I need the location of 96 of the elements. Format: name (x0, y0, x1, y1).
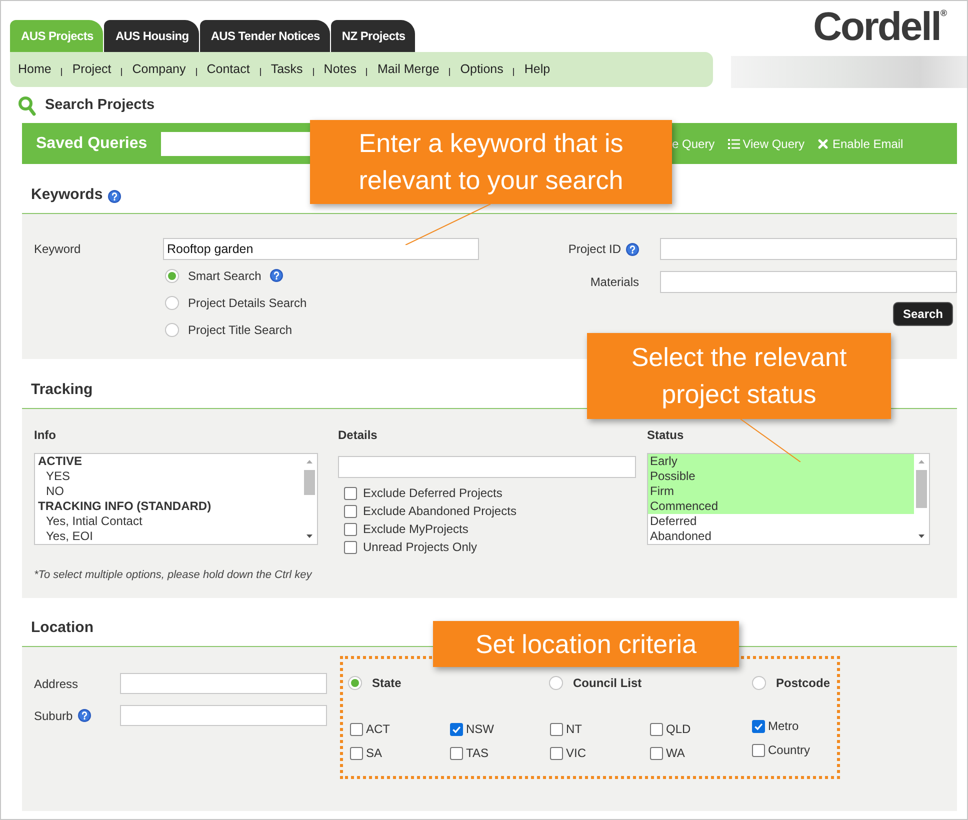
help-icon[interactable] (78, 709, 91, 722)
checkbox-label: SA (366, 745, 382, 762)
keyword-input[interactable]: Rooftop garden (163, 238, 479, 260)
saved-query-field[interactable] (161, 132, 310, 156)
radio-label: Smart Search (188, 268, 262, 284)
checkbox[interactable] (450, 746, 463, 760)
radio-button[interactable] (549, 676, 563, 690)
callout: Set location criteria (433, 621, 739, 667)
nav-link[interactable]: Company (132, 60, 186, 79)
field-label: Keyword (34, 241, 81, 258)
close-icon (818, 138, 828, 148)
tab[interactable]: AUS Housing (104, 20, 199, 52)
checkbox[interactable] (450, 722, 463, 736)
radio-button[interactable] (165, 322, 179, 336)
checkbox-label: TAS (466, 745, 488, 762)
callout: Enter a keyword that is relevant to your search (310, 120, 672, 204)
nav-link[interactable]: Help (524, 60, 550, 79)
nav-link[interactable]: Tasks (270, 60, 303, 79)
nav-link[interactable]: Contact (206, 60, 250, 79)
checkbox-label: Unread Projects Only (363, 539, 478, 556)
radio-button[interactable] (165, 268, 179, 282)
tab[interactable]: NZ Projects (330, 20, 416, 52)
checkbox[interactable] (752, 720, 765, 732)
checkbox[interactable] (650, 722, 663, 736)
details-input[interactable] (338, 456, 636, 478)
search-icon (18, 96, 36, 116)
section-heading: Tracking (31, 381, 93, 399)
nav-link[interactable]: Home (18, 60, 52, 79)
search-button[interactable]: Search (892, 302, 953, 326)
help-icon[interactable] (626, 242, 639, 256)
checkbox-label: Exclude Abandoned Projects (363, 503, 516, 520)
nav-link[interactable]: Options (460, 60, 504, 79)
project-id-input[interactable] (660, 238, 957, 260)
checkbox[interactable] (550, 722, 563, 736)
leader-line (740, 419, 801, 462)
address-input[interactable] (120, 673, 327, 694)
nav-link[interactable]: Mail Merge (377, 60, 440, 79)
checkmark-icon (754, 722, 763, 730)
status-listbox[interactable]: Early Possible Firm Commenced Deferred Abandoned (647, 453, 930, 545)
list-group-heading: TRACKING INFO (STANDARD) (37, 499, 212, 514)
section-heading: Keywords (31, 186, 103, 204)
tab[interactable]: AUS Tender Notices (200, 20, 330, 52)
radio-button[interactable] (165, 296, 179, 310)
list-option[interactable]: Possible (648, 469, 914, 484)
field-label: Materials (590, 274, 639, 291)
field-label: Project ID (568, 241, 621, 258)
list-option[interactable]: Firm (648, 484, 914, 499)
checkbox-label: QLD (666, 721, 691, 738)
list-option[interactable]: Early (648, 454, 914, 469)
checkbox-label: Country (768, 742, 810, 759)
nav-link[interactable]: Notes (324, 60, 356, 79)
radio-button[interactable] (348, 676, 362, 690)
help-icon[interactable] (270, 269, 284, 282)
radio-label: State (372, 675, 402, 692)
column-label: Status (647, 428, 685, 443)
checkbox[interactable] (650, 746, 663, 760)
checkbox[interactable] (344, 504, 357, 518)
checkbox[interactable] (350, 746, 363, 760)
info-listbox[interactable]: ACTIVE YES NO TRACKING INFO (STANDARD) Yes, Intial Contact Yes, EOI (34, 453, 318, 545)
radio-label: Council List (573, 675, 642, 692)
list-group-heading: ACTIVE (37, 454, 84, 469)
list-icon (728, 138, 740, 148)
help-icon[interactable] (108, 190, 121, 203)
checkbox-label: Exclude Deferred Projects (363, 485, 502, 502)
section-heading: Location (31, 619, 94, 637)
logo: Cordell$^{®}$ (813, 7, 947, 47)
page-title: Search Projects (45, 96, 155, 115)
checkbox-label: NSW (466, 721, 494, 738)
checkbox-label: NT (566, 721, 582, 738)
column-label: Details (338, 428, 378, 443)
suburb-input[interactable] (120, 705, 327, 726)
checkbox[interactable] (344, 522, 357, 536)
help-note: *To select multiple options, please hold down the Ctrl key (34, 568, 314, 583)
field-label: Suburb (34, 708, 73, 724)
radio-label: Postcode (776, 675, 830, 692)
checkbox[interactable] (550, 746, 563, 760)
checkbox[interactable] (350, 722, 363, 736)
checkbox-label: WA (666, 745, 685, 762)
list-option[interactable]: Commenced (648, 499, 914, 514)
radio-label: Project Details Search (188, 294, 307, 312)
callout: Select the relevant project status (587, 333, 891, 419)
checkmark-icon (452, 724, 461, 734)
checkbox[interactable] (344, 486, 357, 500)
radio-label: Project Title Search (188, 322, 292, 338)
radio-button[interactable] (752, 676, 766, 690)
nav-link[interactable]: Project (72, 60, 112, 79)
checkbox[interactable] (344, 540, 357, 554)
column-label: Info (34, 428, 57, 443)
checkbox-label: Metro (768, 718, 799, 735)
checkbox-label: Exclude MyProjects (363, 521, 468, 538)
checkbox-label: ACT (366, 721, 390, 738)
saved-queries-label: Saved Queries (36, 134, 148, 154)
checkbox[interactable] (752, 744, 765, 756)
checkbox-label: VIC (566, 745, 586, 762)
materials-input[interactable] (660, 271, 957, 293)
field-label: Address (34, 676, 78, 692)
